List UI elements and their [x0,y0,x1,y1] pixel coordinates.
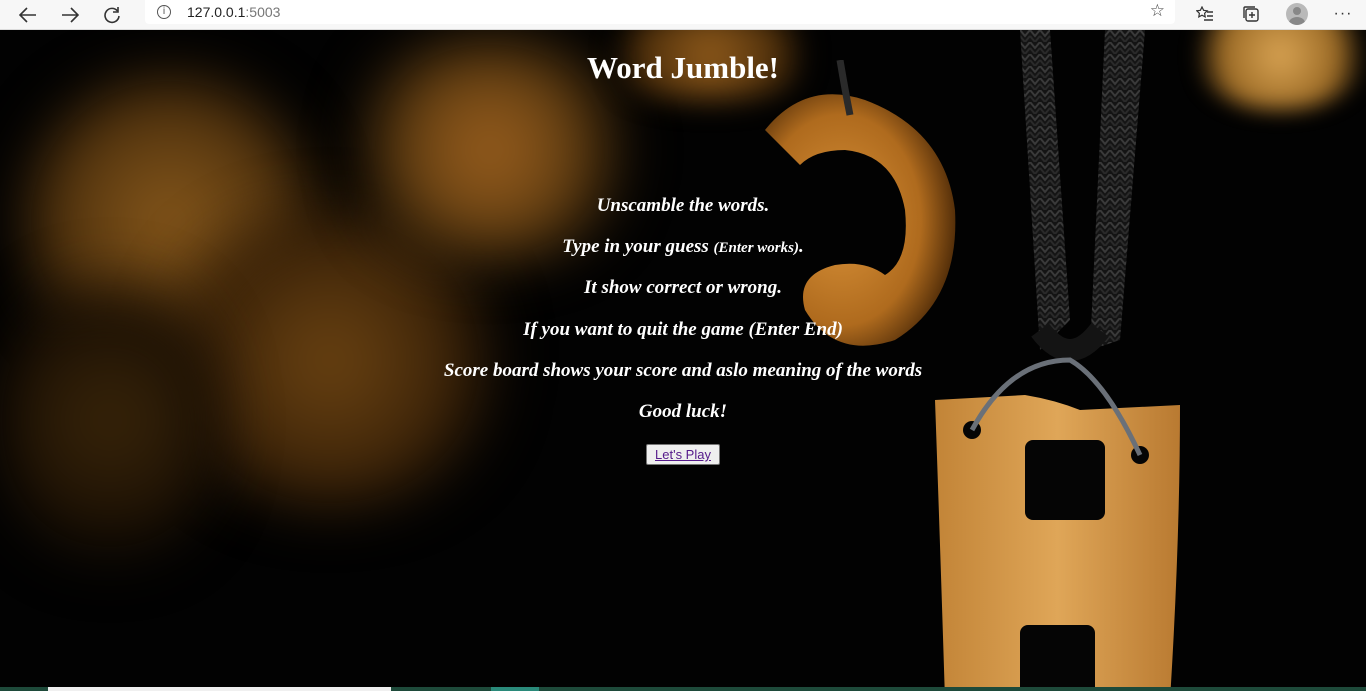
toolbar-right: ··· [1182,0,1366,28]
instruction-unscramble: Unscamble the words. [596,195,770,216]
lets-play-button[interactable]: Let's Play [646,444,720,465]
instruction-good-luck: Good luck! [638,401,728,422]
url-text: 127.0.0.1:5003 [187,4,281,20]
favorites-icon [1196,6,1213,21]
address-bar[interactable]: i 127.0.0.1:5003 ☆ [145,0,1175,24]
collections-button[interactable] [1228,0,1274,28]
reload-icon [104,6,120,23]
page-viewport: Word Jumble! Unscamble the words. Type i… [0,30,1366,687]
collections-icon [1243,6,1259,22]
arrow-left-icon [19,6,36,23]
taskbar-strip [0,687,1366,691]
back-button[interactable] [12,1,44,29]
favorites-button[interactable] [1182,0,1228,28]
instruction-scoreboard: Score board shows your score and aslo me… [443,360,923,381]
info-icon[interactable]: i [157,5,171,19]
instruction-quit: If you want to quit the game (Enter End) [523,319,843,340]
instruction-type-guess: Type in your guess (Enter works). [562,236,804,257]
reload-button[interactable] [96,1,128,29]
instruction-correct-wrong: It show correct or wrong. [584,277,782,298]
profile-button[interactable] [1274,0,1320,28]
page-title: Word Jumble! [586,50,780,85]
wooden-letter-h-tag [935,357,1180,687]
background-image [0,30,1366,687]
avatar [1286,3,1308,25]
forward-button[interactable] [54,1,86,29]
star-icon[interactable]: ☆ [1150,1,1165,21]
browser-toolbar: i 127.0.0.1:5003 ☆ ··· [0,0,1366,30]
arrow-right-icon [62,6,79,23]
more-button[interactable]: ··· [1320,0,1366,28]
more-icon: ··· [1333,5,1353,22]
instruction-enter-hint: (Enter works) [713,240,799,256]
